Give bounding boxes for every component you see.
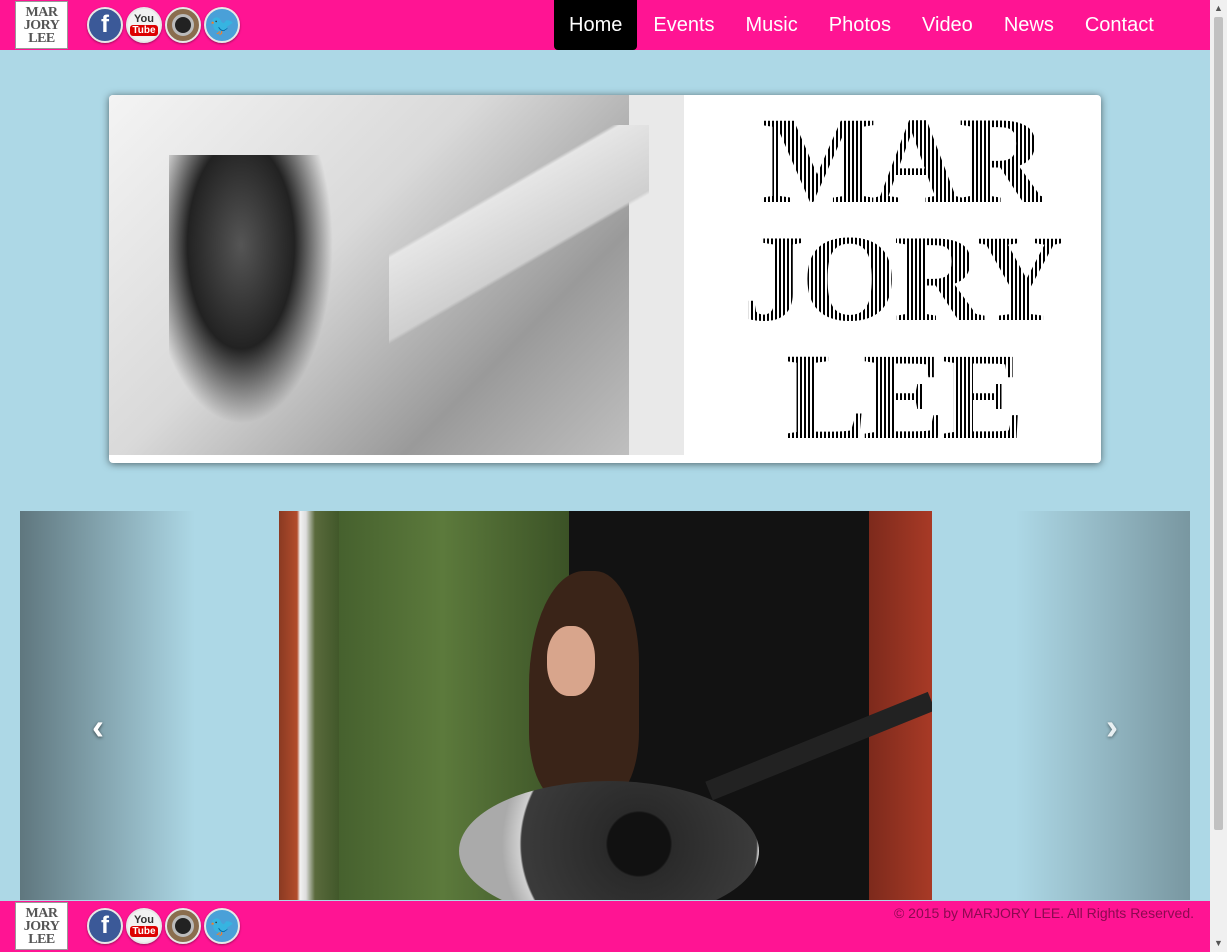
carousel-next-button[interactable]: › — [1015, 511, 1190, 900]
header-banner: MAR JORY LEE — [109, 95, 1101, 463]
page-scrollbar[interactable]: ▲ ▼ — [1210, 0, 1227, 952]
nav-home[interactable]: Home — [554, 0, 638, 50]
scrollbar-thumb[interactable] — [1214, 17, 1223, 830]
banner-title-line-3: LEE — [783, 328, 1024, 463]
banner-photo — [109, 95, 684, 455]
nav-video[interactable]: Video — [906, 0, 988, 50]
instagram-icon[interactable] — [165, 908, 201, 944]
logo-line-3: LEE — [28, 30, 55, 46]
banner-photo-detail — [389, 125, 649, 405]
site-logo[interactable]: MAR JORY LEE — [15, 1, 68, 49]
facebook-icon[interactable]: f — [87, 7, 123, 43]
photo-carousel: ‹ › — [20, 511, 1190, 900]
top-navbar: MAR JORY LEE f You Tube 🐦 Home Events Mu… — [0, 0, 1210, 50]
chevron-left-icon: ‹ — [92, 706, 104, 747]
facebook-icon[interactable]: f — [87, 908, 123, 944]
footer-social-links: f You Tube 🐦 — [87, 908, 240, 944]
banner-title-line-1: MAR — [759, 95, 1048, 229]
social-links: f You Tube 🐦 — [87, 7, 240, 43]
footer-bar: MAR JORY LEE f You Tube 🐦 © 2015 by MARJ… — [0, 901, 1210, 952]
carousel-prev-button[interactable]: ‹ — [20, 511, 195, 900]
carousel-slide-photo — [279, 511, 932, 900]
banner-title: MAR JORY LEE — [707, 95, 1097, 463]
slide-photo-left-frame — [279, 511, 339, 900]
copyright-text: © 2015 by MARJORY LEE. All Rights Reserv… — [893, 905, 1194, 921]
nav-music[interactable]: Music — [730, 0, 813, 50]
logo-line-2: JORY — [23, 17, 60, 33]
slide-photo-face — [547, 626, 595, 696]
nav-photos[interactable]: Photos — [813, 0, 906, 50]
youtube-icon[interactable]: You Tube — [126, 908, 162, 944]
footer-logo-line-2: JORY — [23, 918, 60, 934]
banner-title-line-2: JORY — [743, 210, 1064, 347]
footer-logo-line-3: LEE — [28, 931, 55, 947]
logo-line-1: MAR — [25, 4, 58, 20]
main-nav: Home Events Music Photos Video News Cont… — [554, 0, 1169, 50]
footer-logo-line-1: MAR — [25, 905, 58, 921]
banner-photo-figure — [169, 155, 349, 455]
nav-events[interactable]: Events — [637, 0, 729, 50]
scroll-up-arrow-icon[interactable]: ▲ — [1210, 0, 1227, 17]
nav-contact[interactable]: Contact — [1069, 0, 1169, 50]
camera-lens — [172, 915, 194, 937]
nav-news[interactable]: News — [988, 0, 1069, 50]
twitter-icon[interactable]: 🐦 — [204, 908, 240, 944]
scroll-down-arrow-icon[interactable]: ▼ — [1210, 935, 1227, 952]
camera-lens — [172, 14, 194, 36]
instagram-icon[interactable] — [165, 7, 201, 43]
youtube-icon[interactable]: You Tube — [126, 7, 162, 43]
twitter-icon[interactable]: 🐦 — [204, 7, 240, 43]
footer-logo[interactable]: MAR JORY LEE — [15, 902, 68, 950]
chevron-right-icon: › — [1106, 706, 1118, 747]
